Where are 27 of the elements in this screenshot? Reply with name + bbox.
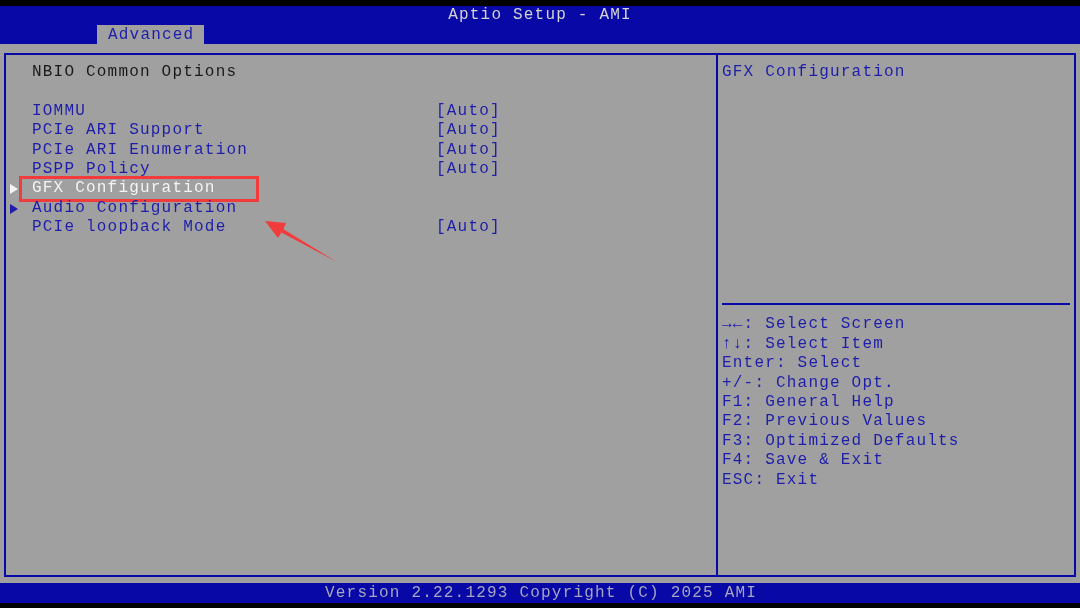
key-hint: ESC: Exit [722, 470, 820, 490]
menu-item[interactable]: PCIe ARI Support [32, 121, 205, 141]
key-hint: F2: Previous Values [722, 412, 928, 432]
version-text: Version 2.22.1293 Copyright (C) 2025 AMI [325, 583, 758, 603]
option-value[interactable]: [Auto] [436, 101, 501, 122]
menu-item[interactable]: GFX Configuration [32, 179, 216, 199]
key-hint: +/-: Change Opt. [722, 373, 895, 393]
section-heading: NBIO Common Options [32, 63, 238, 83]
menu-item[interactable]: PSPP Policy [32, 160, 151, 180]
arrow-icon [264, 219, 338, 264]
key-hint: Enter: Select [722, 354, 863, 374]
key-hint: F4: Save & Exit [722, 451, 885, 471]
menu-item[interactable]: IOMMU [32, 101, 86, 122]
option-value[interactable]: [Auto] [436, 140, 501, 161]
window-title: Aptio Setup - AMI [448, 6, 632, 25]
key-hint: →←: Select Screen [722, 315, 906, 335]
menu-item[interactable]: Audio Configuration [32, 198, 238, 219]
key-hint: F1: General Help [722, 392, 895, 413]
option-value[interactable]: [Auto] [436, 121, 501, 141]
menu-item[interactable]: PCIe loopback Mode [32, 218, 227, 238]
tab[interactable]: Advanced [97, 25, 205, 44]
option-value[interactable]: [Auto] [436, 160, 501, 180]
help-description: GFX Configuration [722, 63, 906, 83]
menu-item[interactable]: PCIe ARI Enumeration [32, 140, 249, 161]
option-value[interactable]: [Auto] [436, 218, 501, 238]
key-hint: F3: Optimized Defaults [722, 431, 960, 452]
key-hint: ↑↓: Select Item [722, 334, 885, 355]
